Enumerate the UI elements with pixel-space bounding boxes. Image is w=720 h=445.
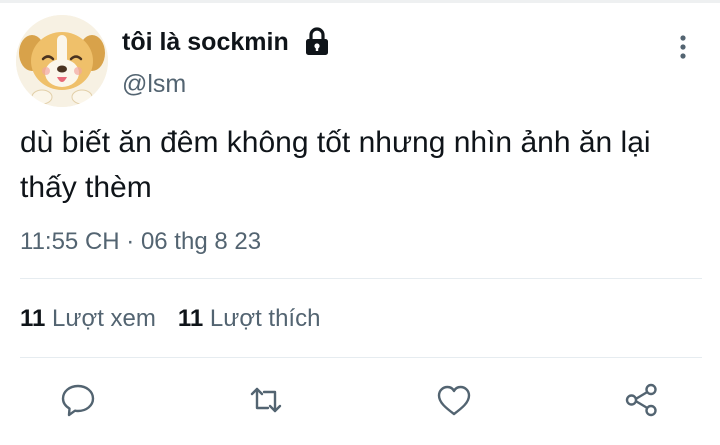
more-options-icon[interactable] <box>670 33 696 61</box>
divider <box>20 278 702 279</box>
display-name[interactable]: tôi là sockmin <box>122 28 289 56</box>
retweet-icon <box>250 387 282 413</box>
avatar[interactable] <box>16 15 108 107</box>
divider <box>20 357 702 358</box>
like-button[interactable] <box>434 380 474 420</box>
retweet-button[interactable] <box>246 380 286 420</box>
user-handle[interactable]: @lsm <box>122 70 186 98</box>
heart-icon <box>437 385 471 416</box>
share-button[interactable] <box>622 380 662 420</box>
reply-button[interactable] <box>58 380 98 420</box>
likes-count: 11 <box>177 305 204 332</box>
likes-label[interactable]: Lượt thích <box>210 305 321 332</box>
lock-icon <box>303 26 331 56</box>
reply-icon <box>61 384 95 417</box>
tweet-timestamp[interactable]: 11:55 CH · 06 thg 8 23 <box>20 228 261 256</box>
views-label[interactable]: Lượt xem <box>52 305 156 332</box>
views-count: 11 <box>20 305 46 332</box>
tweet-stats: 11 Lượt xem 11 Lượt thích <box>20 304 320 334</box>
tweet-text: dù biết ăn đêm không tốt nhưng nhìn ảnh … <box>20 126 651 204</box>
top-border <box>0 0 720 3</box>
share-icon <box>625 383 657 417</box>
dog-avatar-image <box>16 15 108 107</box>
